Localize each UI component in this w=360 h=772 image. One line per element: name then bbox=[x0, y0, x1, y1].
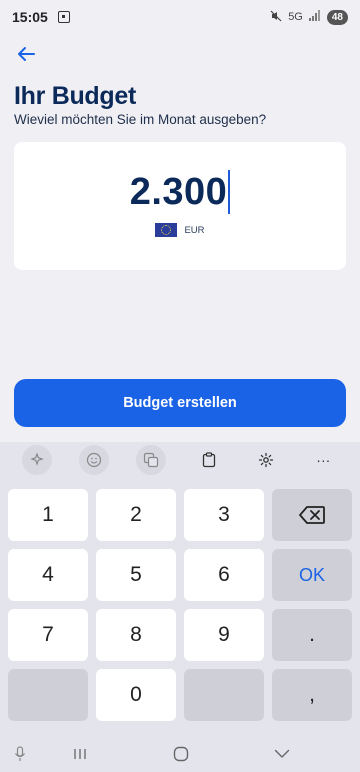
amount-row[interactable]: 2.300 bbox=[14, 170, 346, 214]
recent-apps-icon bbox=[74, 749, 86, 759]
page-title: Ihr Budget bbox=[14, 82, 136, 110]
key-2[interactable]: 2 bbox=[96, 489, 176, 541]
blank-key-left bbox=[8, 669, 88, 721]
key-8[interactable]: 8 bbox=[96, 609, 176, 661]
recent-apps-button[interactable] bbox=[70, 744, 90, 764]
eu-flag-icon bbox=[155, 223, 178, 237]
status-indicators: 5G 48 bbox=[270, 9, 348, 25]
key-9[interactable]: 9 bbox=[184, 609, 264, 661]
chevron-down-icon bbox=[274, 749, 290, 758]
ok-key[interactable]: OK bbox=[272, 549, 352, 601]
emoji-icon[interactable] bbox=[78, 445, 109, 475]
key-1[interactable]: 1 bbox=[8, 489, 88, 541]
status-bar: 15:05 5G 48 bbox=[0, 0, 360, 34]
screenshot-icon bbox=[57, 11, 70, 23]
network-type: 5G bbox=[288, 11, 303, 23]
blank-key-right bbox=[184, 669, 264, 721]
keyboard-toolbar: ··· bbox=[0, 442, 360, 478]
backspace-key[interactable] bbox=[272, 489, 352, 541]
microphone-icon[interactable] bbox=[10, 744, 30, 764]
key-0[interactable]: 0 bbox=[96, 669, 176, 721]
hide-keyboard-button[interactable] bbox=[272, 744, 292, 764]
back-button[interactable] bbox=[12, 42, 40, 66]
backspace-icon bbox=[299, 506, 325, 524]
battery-indicator: 48 bbox=[326, 9, 348, 25]
text-caret bbox=[228, 170, 231, 214]
currency-selector[interactable]: EUR bbox=[14, 223, 346, 237]
mute-icon bbox=[270, 10, 282, 25]
create-budget-button[interactable]: Budget erstellen bbox=[14, 379, 346, 427]
key-5[interactable]: 5 bbox=[96, 549, 176, 601]
settings-gear-icon[interactable] bbox=[251, 445, 281, 475]
key-6[interactable]: 6 bbox=[184, 549, 264, 601]
home-button[interactable] bbox=[171, 744, 191, 764]
currency-code: EUR bbox=[184, 224, 205, 236]
signal-icon bbox=[308, 10, 321, 24]
comma-key[interactable]: , bbox=[272, 669, 352, 721]
amount-card[interactable]: 2.300 EUR bbox=[14, 142, 346, 270]
amount-input[interactable]: 2.300 bbox=[130, 171, 228, 214]
period-key[interactable]: . bbox=[272, 609, 352, 661]
more-options-label: ··· bbox=[316, 452, 331, 468]
arrow-left-icon bbox=[18, 47, 35, 61]
numeric-keyboard: 1 2 3 4 5 6 OK 7 8 9 . 0 , bbox=[0, 478, 360, 736]
clipboard-icon[interactable] bbox=[194, 445, 224, 475]
system-navigation-bar bbox=[0, 736, 360, 772]
sparkle-icon[interactable] bbox=[21, 445, 52, 475]
more-options-button[interactable]: ··· bbox=[308, 445, 338, 475]
status-time: 15:05 bbox=[12, 9, 48, 25]
home-icon bbox=[173, 746, 189, 762]
page-subtitle: Wieviel möchten Sie im Monat ausgeben? bbox=[14, 112, 267, 127]
key-7[interactable]: 7 bbox=[8, 609, 88, 661]
key-3[interactable]: 3 bbox=[184, 489, 264, 541]
key-4[interactable]: 4 bbox=[8, 549, 88, 601]
translate-icon[interactable] bbox=[136, 445, 167, 475]
